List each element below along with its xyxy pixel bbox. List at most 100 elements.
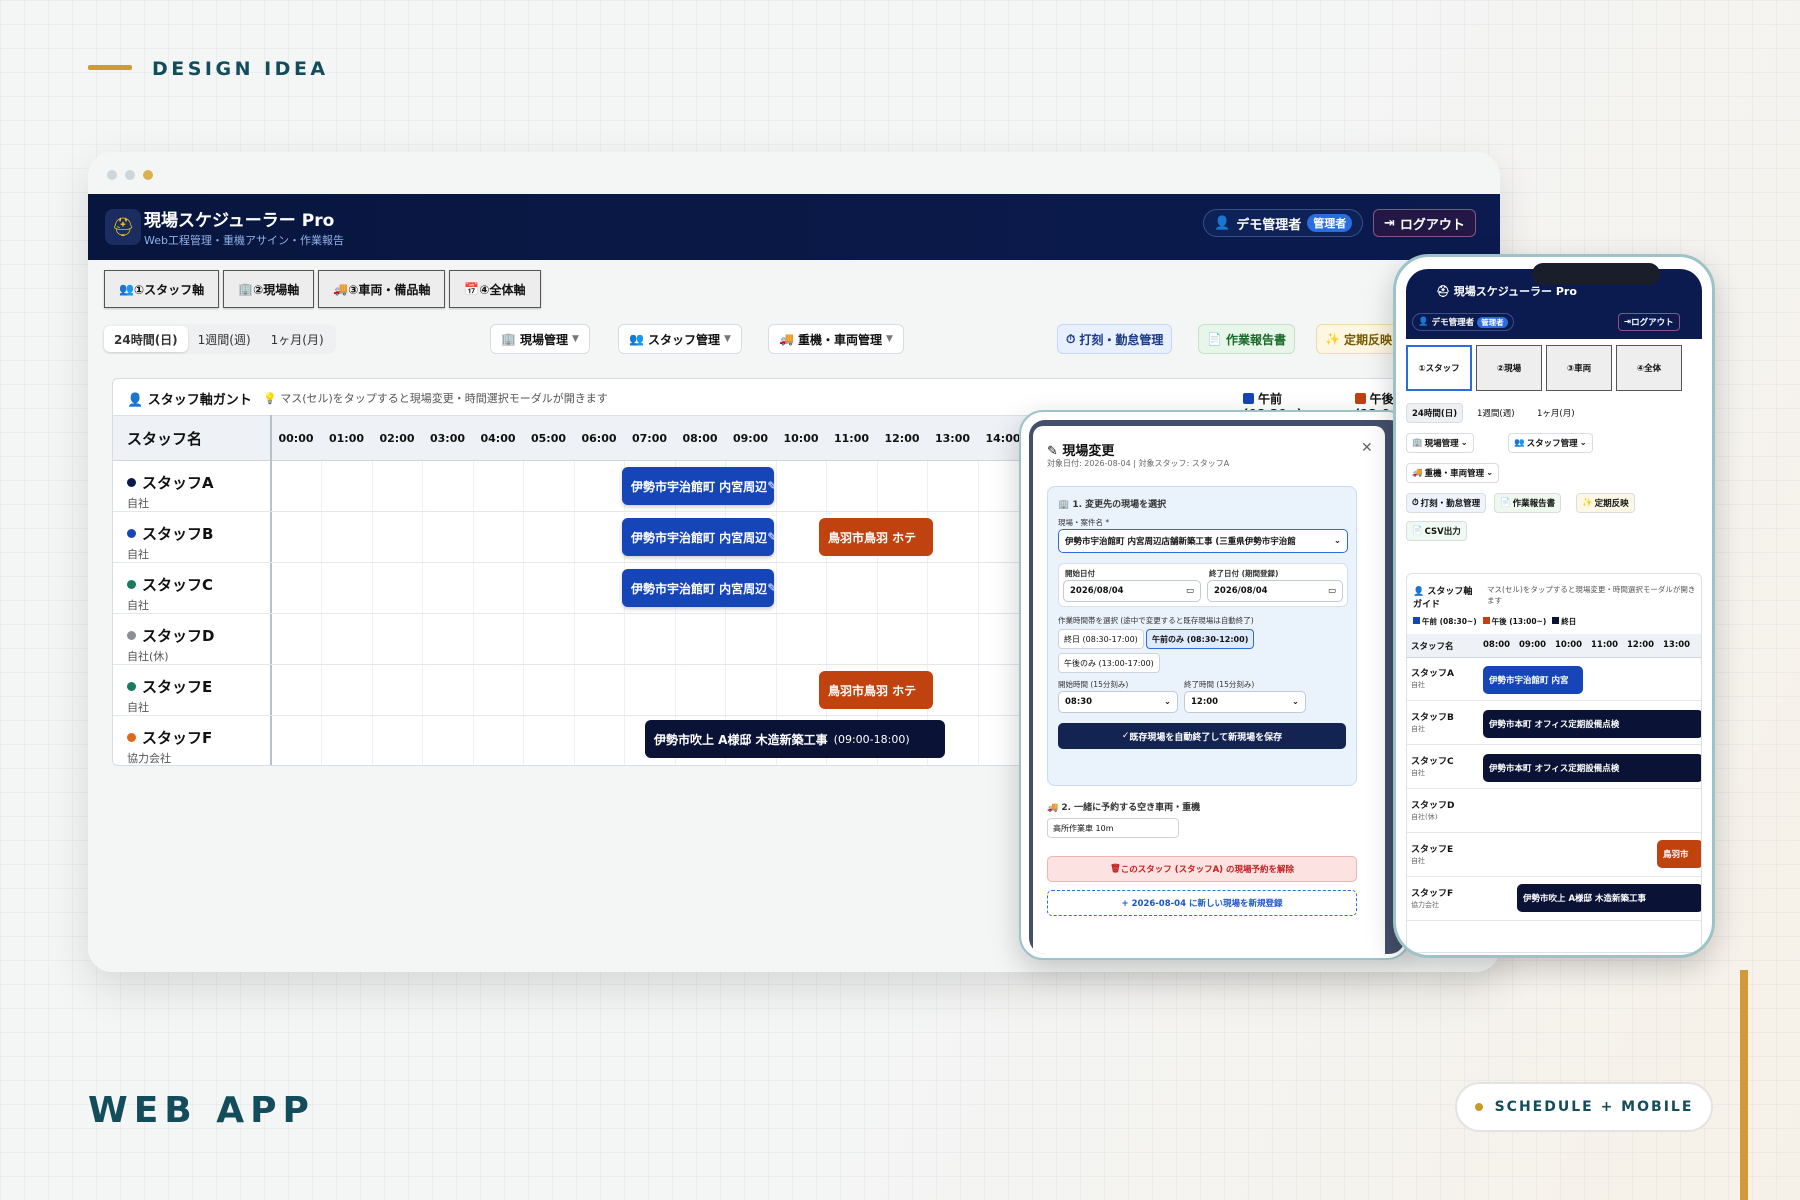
hour-cell: 04:00 — [480, 432, 516, 445]
bar-label: 伊勢市宇治館町 内宮周辺 — [631, 479, 768, 494]
bar-label: 伊勢市本町 オフィス定期設備点検 — [1489, 720, 1620, 730]
phone-gantt-bar[interactable]: 伊勢市吹上 A様邸 木造新築工事 — [1517, 884, 1701, 912]
recurring-button[interactable]: ✨ 定期反映 — [1316, 324, 1401, 354]
release-label: このスタッフ (スタッフA) の現場予約を解除 — [1120, 865, 1295, 875]
staff-company: 自社 — [127, 599, 149, 612]
bar-label: 伊勢市宇治館町 内宮周辺 — [631, 530, 768, 545]
phone-range-day[interactable]: 24時間(日) — [1406, 403, 1464, 423]
legend-full: 終日 — [1552, 616, 1576, 627]
logout-button[interactable]: ⇥ ログアウト — [1373, 209, 1476, 237]
pill-label: SCHEDULE + MOBILE — [1494, 1099, 1694, 1115]
phone-logout-button[interactable]: ⇥ ログアウト — [1618, 313, 1680, 331]
gantt-bar[interactable]: 伊勢市宇治館町 内宮周辺✎ — [622, 467, 774, 505]
slot-full-chip[interactable]: 終日 (08:30-17:00) — [1058, 629, 1144, 649]
window-dot — [107, 170, 117, 180]
phone-user-chip[interactable]: 👤 デモ管理者 管理者 — [1412, 313, 1514, 331]
site-management-dropdown[interactable]: 🏢 現場管理 ▼ — [490, 324, 590, 354]
phone-hour-cell: 13:00 — [1663, 640, 1691, 650]
tab-site-axis[interactable]: 🏢 ②現場軸 — [223, 270, 315, 308]
tab-label: ③車両・備品軸 — [348, 282, 431, 297]
phone-range-week[interactable]: 1週間(週) — [1472, 403, 1520, 423]
gantt-bar[interactable]: 伊勢市吹上 A様邸 木造新築工事 (09:00-18:00) — [645, 720, 945, 758]
tab-vehicle-axis[interactable]: 🚚 ③車両・備品軸 — [318, 270, 446, 308]
chevron-down-icon: ⌄ — [1579, 438, 1587, 448]
gantt-bar[interactable]: 伊勢市宇治館町 内宮周辺✎ — [622, 518, 774, 556]
vehicle-management-dropdown[interactable]: 🚚 重機・車両管理 ▼ — [768, 324, 904, 354]
tab-staff-axis[interactable]: 👥 ①スタッフ軸 — [104, 270, 220, 308]
phone-gantt-header: スタッフ名 08:00 09:00 10:00 11:00 12:00 13:00 — [1407, 634, 1701, 658]
phone-gantt-bar[interactable]: 伊勢市宇治館町 内宮 — [1483, 666, 1583, 694]
truck-icon: 🚚 — [779, 332, 794, 346]
phone-staff-management-dropdown[interactable]: 👥 スタッフ管理 ⌄ — [1508, 433, 1593, 453]
close-icon[interactable]: ✕ — [1361, 440, 1373, 456]
slot-pm-chip[interactable]: 午後のみ (13:00-17:00) — [1058, 653, 1160, 673]
bar-label: 伊勢市宇治館町 内宮周辺 — [631, 581, 768, 596]
helmet-icon: ⛑ — [105, 209, 141, 245]
document-icon: 📄 — [1207, 332, 1222, 346]
button-label: 定期反映 — [1594, 499, 1629, 509]
phone-tab-vehicle[interactable]: ③車両 — [1546, 345, 1612, 391]
staff-management-dropdown[interactable]: 👥 スタッフ管理 ▼ — [618, 324, 742, 354]
phone-gantt-bar[interactable]: 鳥羽市 — [1657, 840, 1701, 868]
button-label: 作業報告書 — [1512, 499, 1556, 509]
bar-time: (09:00-18:00) — [833, 732, 910, 746]
staff-name-header: スタッフ名 — [127, 430, 203, 448]
release-booking-button[interactable]: 🗑 このスタッフ (スタッフA) の現場予約を解除 — [1047, 856, 1357, 882]
gantt-bar[interactable]: 鳥羽市鳥羽 ホテ — [819, 671, 933, 709]
phone-work-report-button[interactable]: 📄 作業報告書 — [1494, 493, 1562, 513]
phone-recurring-button[interactable]: ✨ 定期反映 — [1576, 493, 1635, 513]
phone-attendance-button[interactable]: ⏱ 打刻・勤怠管理 — [1406, 493, 1487, 513]
phone-range-month[interactable]: 1ヶ月(月) — [1532, 403, 1580, 423]
bar-label: 鳥羽市鳥羽 ホテ — [828, 530, 917, 545]
building-icon: 🏢 — [501, 332, 516, 346]
start-time-select[interactable]: 08:30 ⌄ — [1058, 691, 1178, 713]
start-time-value: 08:30 — [1065, 697, 1093, 707]
logout-icon: ⇥ — [1384, 215, 1395, 231]
pencil-icon: ✎ — [767, 530, 774, 544]
status-dot — [127, 478, 136, 487]
new-site-button[interactable]: + 2026-08-04 に新しい現場を新規登録 — [1047, 890, 1357, 916]
range-tab-month[interactable]: 1ヶ月(月) — [261, 326, 334, 352]
staff-name: スタッフD — [1411, 801, 1455, 811]
work-report-button[interactable]: 📄 作業報告書 — [1198, 324, 1295, 354]
modal-section-site: 🏢 1. 変更先の現場を選択 現場・案件名 * 伊勢市宇治館町 内宮周辺店舗新築… — [1047, 486, 1357, 786]
hour-cell: 07:00 — [631, 432, 667, 445]
app-title: 現場スケジューラー Pro — [144, 211, 335, 231]
save-button[interactable]: ✓ 既存現場を自動終了して新現場を保存 — [1058, 723, 1346, 749]
legend-label: 午後 (13:00~) — [1491, 617, 1547, 626]
gantt-bar[interactable]: 伊勢市宇治館町 内宮周辺✎ — [622, 569, 774, 607]
legend-label: 午前 (08:30~) — [1422, 617, 1477, 626]
chevron-down-icon: ▼ — [723, 334, 731, 344]
phone-gantt-bar[interactable]: 伊勢市本町 オフィス定期設備点検 — [1483, 710, 1701, 738]
slot-am-chip[interactable]: 午前のみ (08:30-12:00) — [1146, 629, 1255, 649]
tab-all-axis[interactable]: 📅 ④全体軸 — [449, 270, 541, 308]
phone-user-name: デモ管理者 — [1431, 318, 1475, 328]
hour-cell: 01:00 — [328, 432, 364, 445]
phone-vehicle-management-dropdown[interactable]: 🚚 重機・車両管理 ⌄ — [1406, 463, 1500, 483]
phone-tab-all[interactable]: ④全体 — [1616, 345, 1682, 391]
user-chip[interactable]: 👤 デモ管理者 管理者 — [1203, 209, 1364, 237]
staff-company: 自社 — [127, 497, 149, 510]
bar-label: 伊勢市吹上 A様邸 木造新築工事 — [654, 732, 828, 747]
gantt-bar[interactable]: 鳥羽市鳥羽 ホテ — [819, 518, 933, 556]
range-tab-day[interactable]: 24時間(日) — [104, 326, 188, 352]
chevron-down-icon: ▼ — [571, 334, 579, 344]
attendance-button[interactable]: ⏱ 打刻・勤怠管理 — [1057, 324, 1173, 354]
gold-accent-line — [1740, 970, 1748, 1200]
phone-tab-site[interactable]: ②現場 — [1476, 345, 1542, 391]
vehicle-chip[interactable]: 高所作業車 10m — [1047, 818, 1179, 838]
staff-company: 自社 — [127, 548, 149, 561]
phone-tab-staff[interactable]: ①スタッフ — [1406, 345, 1472, 391]
phone-gantt-bar[interactable]: 伊勢市本町 オフィス定期設備点検 — [1483, 754, 1701, 782]
end-time-select[interactable]: 12:00 ⌄ — [1184, 691, 1306, 713]
gantt-caption-text: スタッフ軸ガント — [147, 393, 252, 408]
phone-site-management-dropdown[interactable]: 🏢 現場管理 ⌄ — [1406, 433, 1474, 453]
start-date-input[interactable]: 2026/08/04 ▭ — [1063, 580, 1201, 602]
phone-staff-row[interactable]: スタッフD 自社(休) — [1407, 790, 1701, 833]
site-select[interactable]: 伊勢市宇治館町 内宮周辺店舗新築工事 (三重県伊勢市宇治館 ⌄ — [1058, 529, 1348, 553]
phone-csv-button[interactable]: 📄 CSV出力 — [1406, 521, 1467, 541]
legend-label: 終日 — [1561, 617, 1577, 626]
window-dot — [143, 170, 153, 180]
range-tab-week[interactable]: 1週間(週) — [188, 326, 261, 352]
end-date-input[interactable]: 2026/08/04 ▭ — [1207, 580, 1343, 602]
